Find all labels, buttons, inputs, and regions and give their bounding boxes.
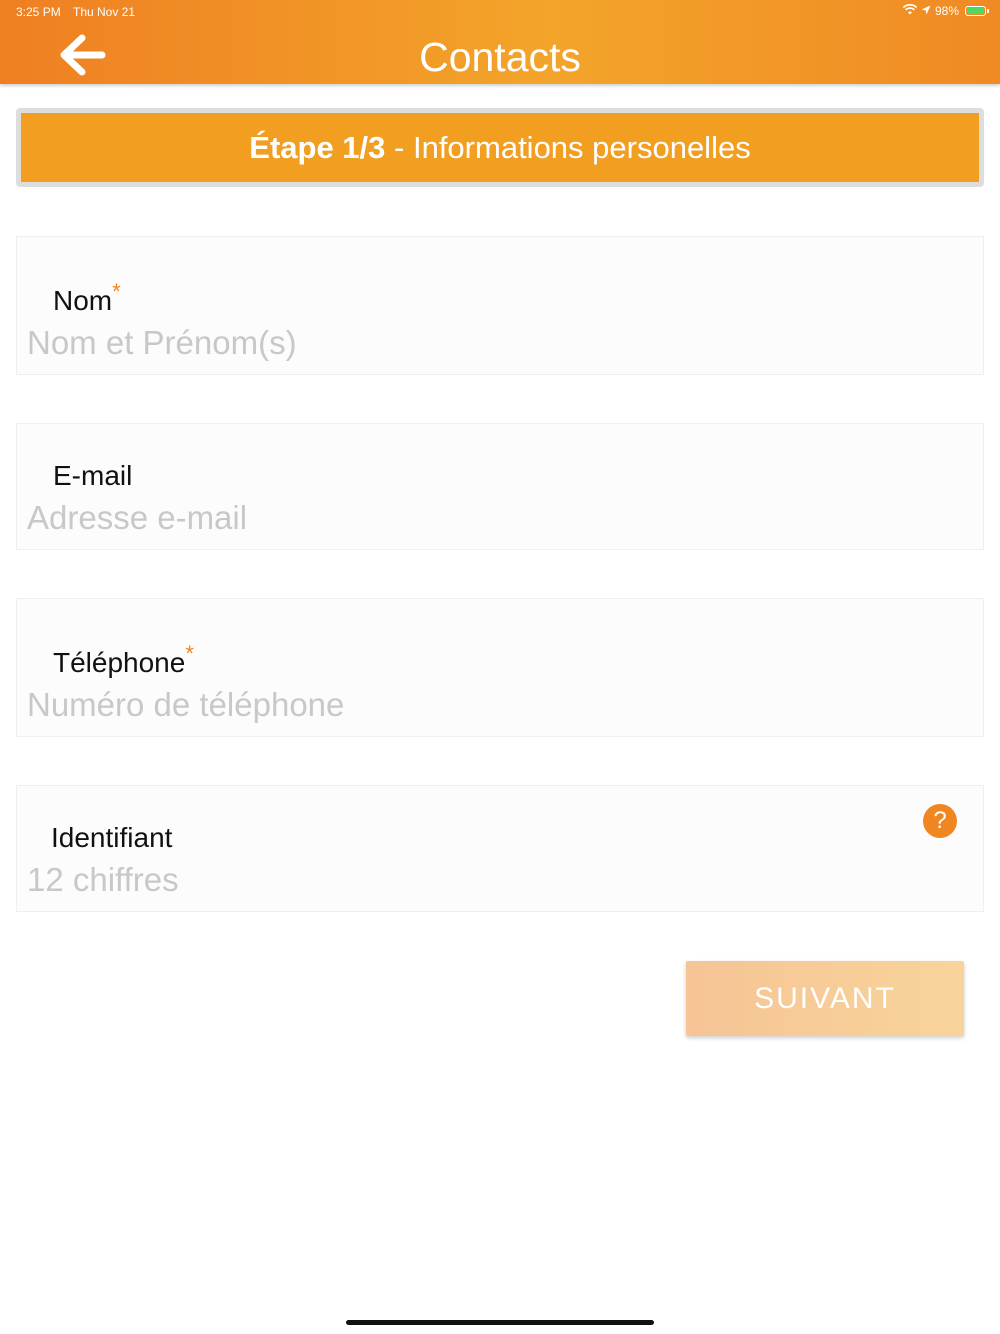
wifi-icon xyxy=(902,4,918,18)
arrow-left-icon xyxy=(60,34,106,76)
location-arrow-icon xyxy=(921,4,931,18)
name-label-text: Nom xyxy=(53,285,113,316)
contacts-screen: 3:25 PM Thu Nov 21 98% Contacts Étape 1/… xyxy=(0,0,1000,1334)
email-label-text: E-mail xyxy=(53,460,133,491)
step-title: Informations personelles xyxy=(412,129,751,165)
name-field: Nom* xyxy=(16,236,984,375)
name-input[interactable] xyxy=(27,322,907,364)
battery-icon xyxy=(965,6,989,16)
identifier-label: Identifiant xyxy=(51,822,172,854)
step-counter: Étape 1/3 xyxy=(249,129,386,165)
next-button[interactable]: SUIVANT xyxy=(686,961,964,1036)
app-header: 3:25 PM Thu Nov 21 98% Contacts xyxy=(0,0,1000,84)
phone-field: Téléphone* xyxy=(16,598,984,737)
email-label: E-mail xyxy=(53,460,132,492)
battery-nub xyxy=(987,9,989,13)
status-indicators: 98% xyxy=(902,4,989,18)
phone-label-text: Téléphone xyxy=(53,647,186,678)
required-star: * xyxy=(112,279,121,304)
step-banner-inner: Étape 1/3 - Informations personelles xyxy=(21,113,979,182)
required-star: * xyxy=(185,641,194,666)
identifier-input[interactable] xyxy=(27,859,907,901)
phone-label: Téléphone* xyxy=(53,641,194,679)
name-label: Nom* xyxy=(53,279,121,317)
back-button[interactable] xyxy=(52,30,112,80)
email-field: E-mail xyxy=(16,423,984,550)
battery-percent: 98% xyxy=(934,4,959,18)
step-separator: - xyxy=(385,129,413,165)
status-time: 3:25 PM xyxy=(16,5,61,19)
page-title: Contacts xyxy=(419,34,581,80)
home-indicator xyxy=(346,1320,654,1325)
phone-input[interactable] xyxy=(27,684,907,726)
status-bar: 3:25 PM Thu Nov 21 98% xyxy=(0,0,1000,24)
status-date: Thu Nov 21 xyxy=(73,5,136,19)
identifier-field: Identifiant ? xyxy=(16,785,984,912)
question-mark-icon[interactable]: ? xyxy=(923,804,957,838)
identifier-label-text: Identifiant xyxy=(51,822,173,853)
step-banner: Étape 1/3 - Informations personelles xyxy=(16,108,984,187)
battery-level xyxy=(967,8,984,14)
email-input[interactable] xyxy=(27,497,907,539)
